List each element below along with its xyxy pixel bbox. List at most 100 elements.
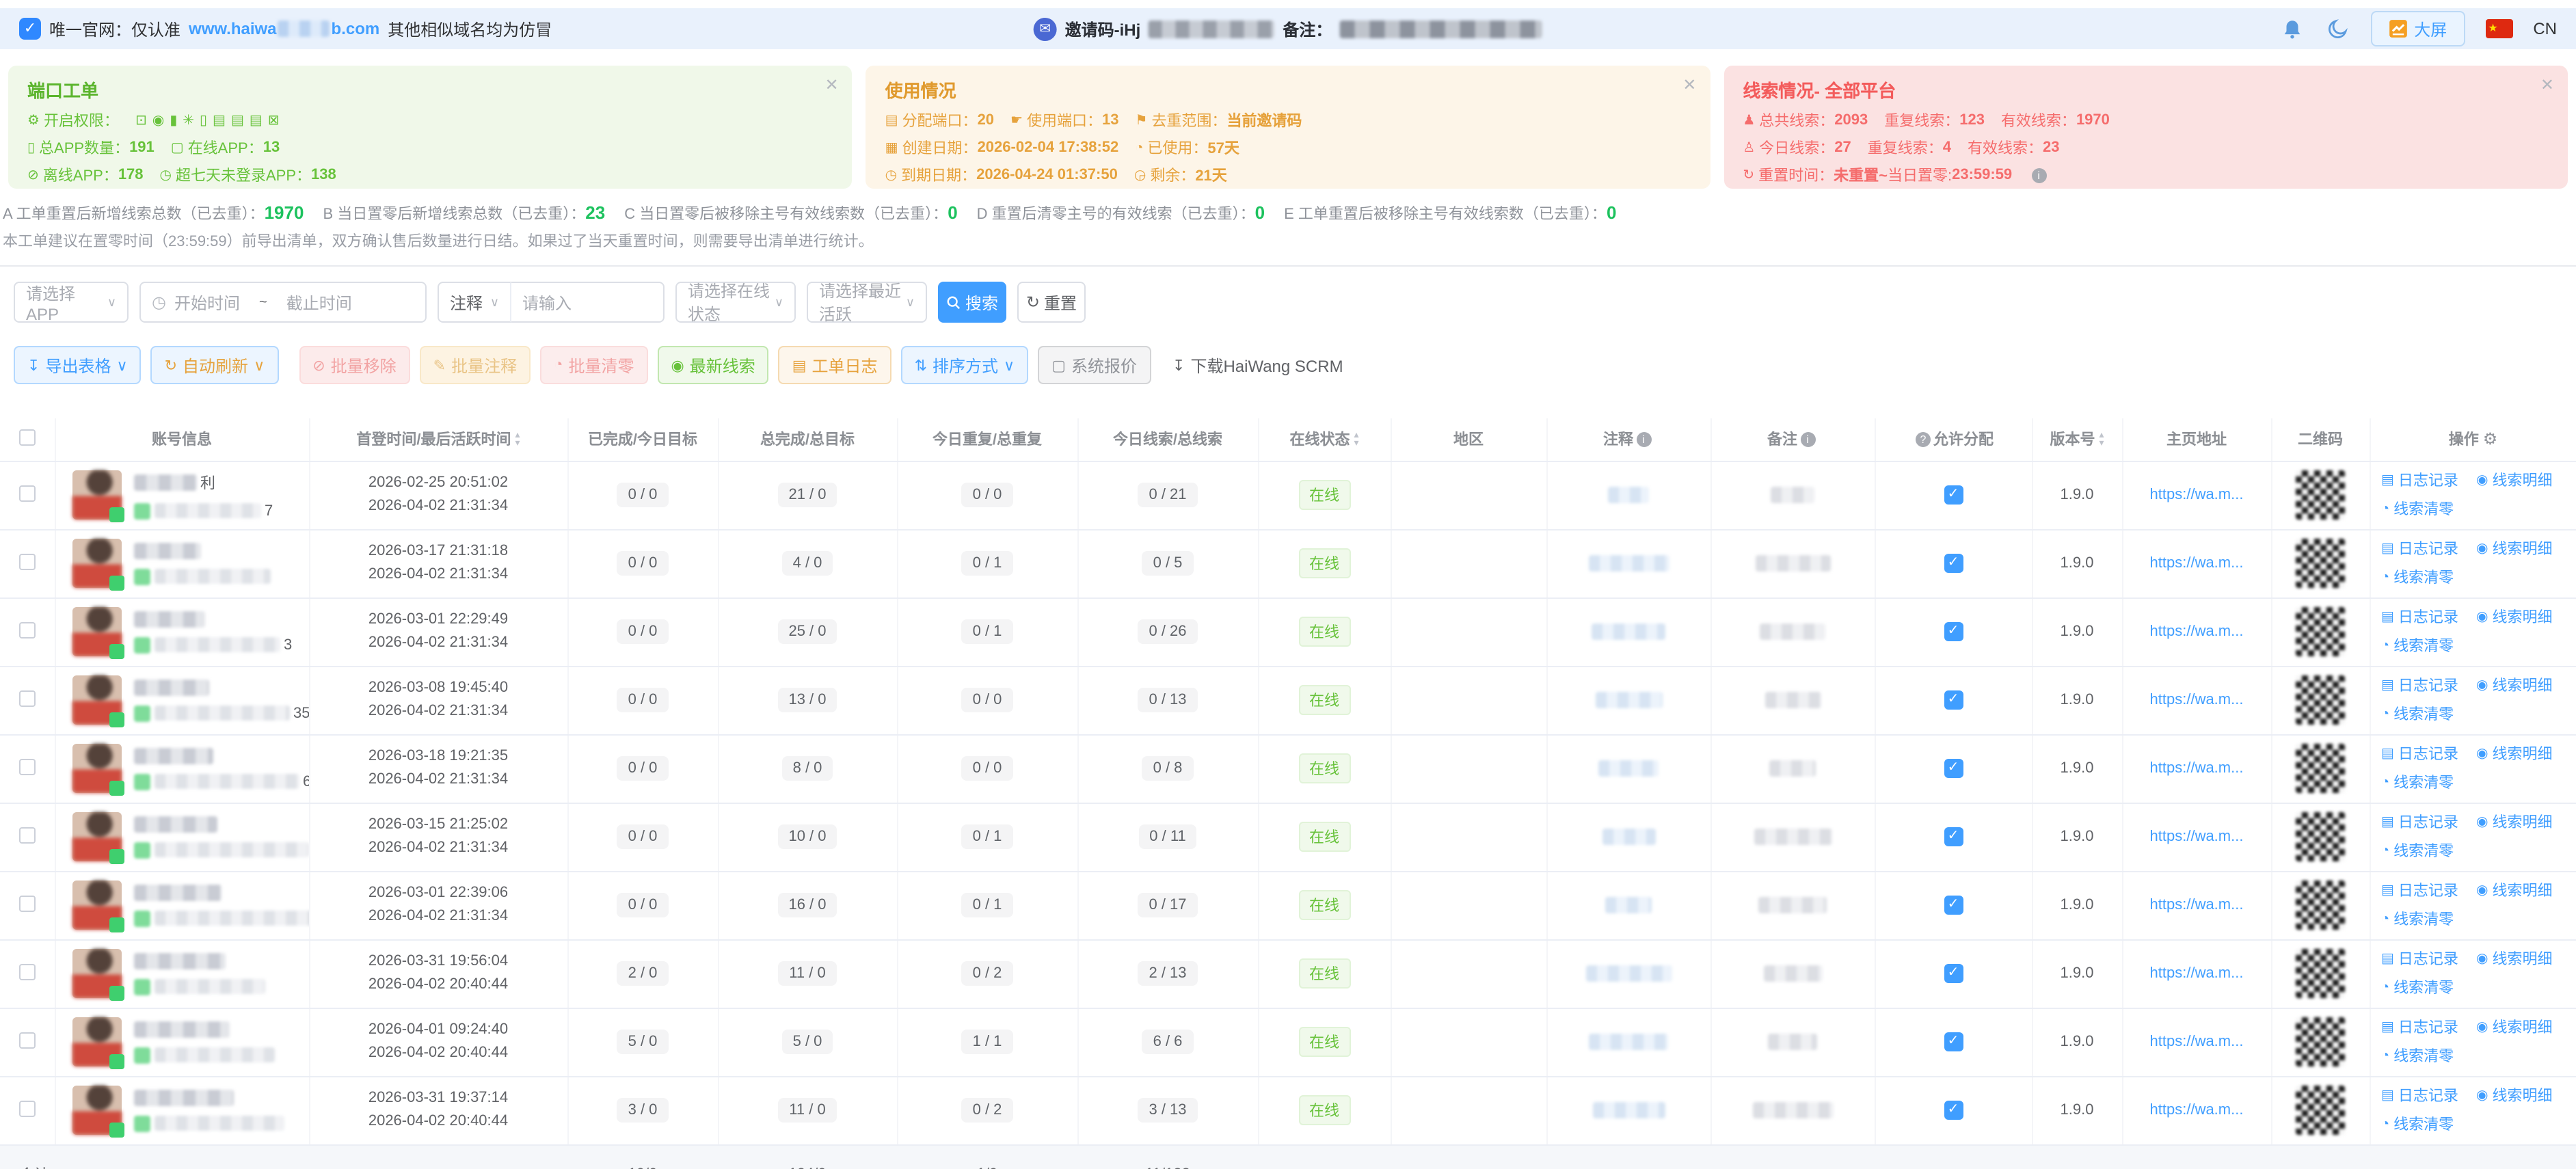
op-clear-link[interactable]: ◔线索清零: [2381, 565, 2454, 592]
info-icon[interactable]: i: [1800, 433, 1815, 448]
latest-clues-button[interactable]: ◉最新线索: [657, 346, 768, 384]
date-range-picker[interactable]: ◷ 开始时间 ~ 截止时间: [139, 282, 427, 323]
homepage-link[interactable]: https://wa.m...: [2150, 692, 2244, 708]
allow-assign-checkbox[interactable]: ✓: [1944, 485, 1963, 505]
search-button[interactable]: 搜索: [938, 282, 1006, 323]
download-scrm-link[interactable]: ↧下载HaiWang SCRM: [1160, 346, 1356, 384]
info-icon[interactable]: i: [1636, 433, 1651, 448]
allow-assign-checkbox[interactable]: ✓: [1944, 964, 1963, 983]
last-active-select[interactable]: 请选择最近活跃∨: [807, 282, 927, 323]
sort-icons[interactable]: ▴▾: [1354, 433, 1358, 449]
close-icon[interactable]: ✕: [1682, 75, 1696, 94]
note-type-select[interactable]: 注释∨: [438, 282, 511, 323]
allow-assign-checkbox[interactable]: ✓: [1944, 759, 1963, 778]
op-log-link[interactable]: ▤日志记录: [2381, 604, 2458, 632]
op-log-link[interactable]: ▤日志记录: [2381, 809, 2458, 837]
allow-assign-checkbox[interactable]: ✓: [1944, 827, 1963, 846]
homepage-link[interactable]: https://wa.m...: [2150, 1034, 2244, 1050]
op-clear-link[interactable]: ◔线索清零: [2381, 975, 2454, 1002]
op-detail-link[interactable]: ◉线索明细: [2476, 809, 2552, 837]
close-icon[interactable]: ✕: [825, 75, 839, 94]
op-detail-link[interactable]: ◉线索明细: [2476, 468, 2552, 495]
op-log-link[interactable]: ▤日志记录: [2381, 878, 2458, 905]
col-qr: 二维码: [2271, 418, 2370, 461]
op-detail-link[interactable]: ◉线索明细: [2476, 1083, 2552, 1110]
homepage-link[interactable]: https://wa.m...: [2150, 555, 2244, 572]
allow-assign-checkbox[interactable]: ✓: [1944, 1101, 1963, 1120]
language-label[interactable]: CN: [2533, 19, 2557, 38]
op-clear-link[interactable]: ◔线索清零: [2381, 906, 2454, 934]
op-clear-link[interactable]: ◔线索清零: [2381, 838, 2454, 865]
homepage-link[interactable]: https://wa.m...: [2150, 487, 2244, 503]
col-version[interactable]: 版本号▴▾: [2032, 418, 2122, 461]
row-checkbox[interactable]: [19, 758, 36, 775]
allow-cell: ✓: [1875, 529, 2032, 597]
big-screen-button[interactable]: 大屏: [2370, 11, 2465, 46]
allow-assign-checkbox[interactable]: ✓: [1944, 896, 1963, 915]
op-log-link[interactable]: ▤日志记录: [2381, 946, 2458, 973]
batch-annotate-button[interactable]: ✎批量注释: [420, 346, 531, 384]
auto-refresh-button[interactable]: ↻自动刷新∨: [151, 346, 279, 384]
official-site-link[interactable]: www.haiwab.com: [189, 19, 379, 38]
close-icon[interactable]: ✕: [2540, 75, 2554, 94]
homepage-link[interactable]: https://wa.m...: [2150, 760, 2244, 777]
op-detail-link[interactable]: ◉线索明细: [2476, 673, 2552, 700]
homepage-link[interactable]: https://wa.m...: [2150, 623, 2244, 640]
allow-assign-checkbox[interactable]: ✓: [1944, 554, 1963, 573]
row-checkbox[interactable]: [19, 690, 36, 706]
op-clear-link[interactable]: ◔线索清零: [2381, 1112, 2454, 1139]
op-clear-link[interactable]: ◔线索清零: [2381, 496, 2454, 524]
batch-remove-button[interactable]: ⊘批量移除: [299, 346, 410, 384]
op-clear-link[interactable]: ◔线索清零: [2381, 701, 2454, 729]
homepage-link[interactable]: https://wa.m...: [2150, 829, 2244, 845]
row-checkbox[interactable]: [19, 827, 36, 843]
bell-icon[interactable]: [2280, 16, 2305, 41]
system-quote-button[interactable]: ▢系统报价: [1038, 346, 1151, 384]
row-checkbox[interactable]: [19, 895, 36, 911]
online-status-select[interactable]: 请选择在线状态∨: [675, 282, 796, 323]
sort-icons[interactable]: ▴▾: [2099, 433, 2104, 449]
op-clear-link[interactable]: ◔线索清零: [2381, 1043, 2454, 1071]
homepage-link[interactable]: https://wa.m...: [2150, 1102, 2244, 1118]
batch-clear-button[interactable]: ◔批量清零: [540, 346, 647, 384]
work-order-log-button[interactable]: ▤工单日志: [779, 346, 891, 384]
export-button[interactable]: ↧导出表格∨: [14, 346, 142, 384]
gear-icon[interactable]: ⚙: [2483, 430, 2498, 449]
op-log-link[interactable]: ▤日志记录: [2381, 1083, 2458, 1110]
homepage-link[interactable]: https://wa.m...: [2150, 897, 2244, 913]
allow-assign-checkbox[interactable]: ✓: [1944, 622, 1963, 641]
question-icon[interactable]: ?: [1916, 433, 1931, 448]
keyword-input[interactable]: 请输入: [511, 282, 665, 323]
op-detail-link[interactable]: ◉线索明细: [2476, 604, 2552, 632]
op-detail-link[interactable]: ◉线索明细: [2476, 878, 2552, 905]
row-checkbox[interactable]: [19, 1032, 36, 1048]
sort-mode-button[interactable]: ⇅排序方式∨: [901, 346, 1029, 384]
allow-assign-checkbox[interactable]: ✓: [1944, 1032, 1963, 1051]
op-log-link[interactable]: ▤日志记录: [2381, 673, 2458, 700]
sort-icons[interactable]: ▴▾: [515, 433, 520, 449]
row-checkbox[interactable]: [19, 485, 36, 501]
op-log-link[interactable]: ▤日志记录: [2381, 741, 2458, 768]
dark-mode-moon-icon[interactable]: [2325, 16, 2350, 41]
total-dup: 1/9: [897, 1144, 1077, 1169]
op-log-link[interactable]: ▤日志记录: [2381, 536, 2458, 563]
col-time[interactable]: 首登时间/最后活跃时间▴▾: [309, 418, 567, 461]
op-log-link[interactable]: ▤日志记录: [2381, 468, 2458, 495]
app-select[interactable]: 请选择APP∨: [14, 282, 129, 323]
op-detail-link[interactable]: ◉线索明细: [2476, 741, 2552, 768]
row-checkbox[interactable]: [19, 1100, 36, 1116]
select-all-checkbox[interactable]: [19, 429, 36, 446]
allow-assign-checkbox[interactable]: ✓: [1944, 690, 1963, 710]
homepage-link[interactable]: https://wa.m...: [2150, 965, 2244, 982]
col-status[interactable]: 在线状态▴▾: [1258, 418, 1391, 461]
row-checkbox[interactable]: [19, 621, 36, 638]
op-detail-link[interactable]: ◉线索明细: [2476, 946, 2552, 973]
op-detail-link[interactable]: ◉线索明细: [2476, 536, 2552, 563]
op-clear-link[interactable]: ◔线索清零: [2381, 770, 2454, 797]
reset-button[interactable]: ↻ 重置: [1017, 282, 1086, 323]
op-log-link[interactable]: ▤日志记录: [2381, 1015, 2458, 1042]
op-clear-link[interactable]: ◔线索清零: [2381, 633, 2454, 660]
row-checkbox[interactable]: [19, 963, 36, 980]
op-detail-link[interactable]: ◉线索明细: [2476, 1015, 2552, 1042]
row-checkbox[interactable]: [19, 553, 36, 569]
